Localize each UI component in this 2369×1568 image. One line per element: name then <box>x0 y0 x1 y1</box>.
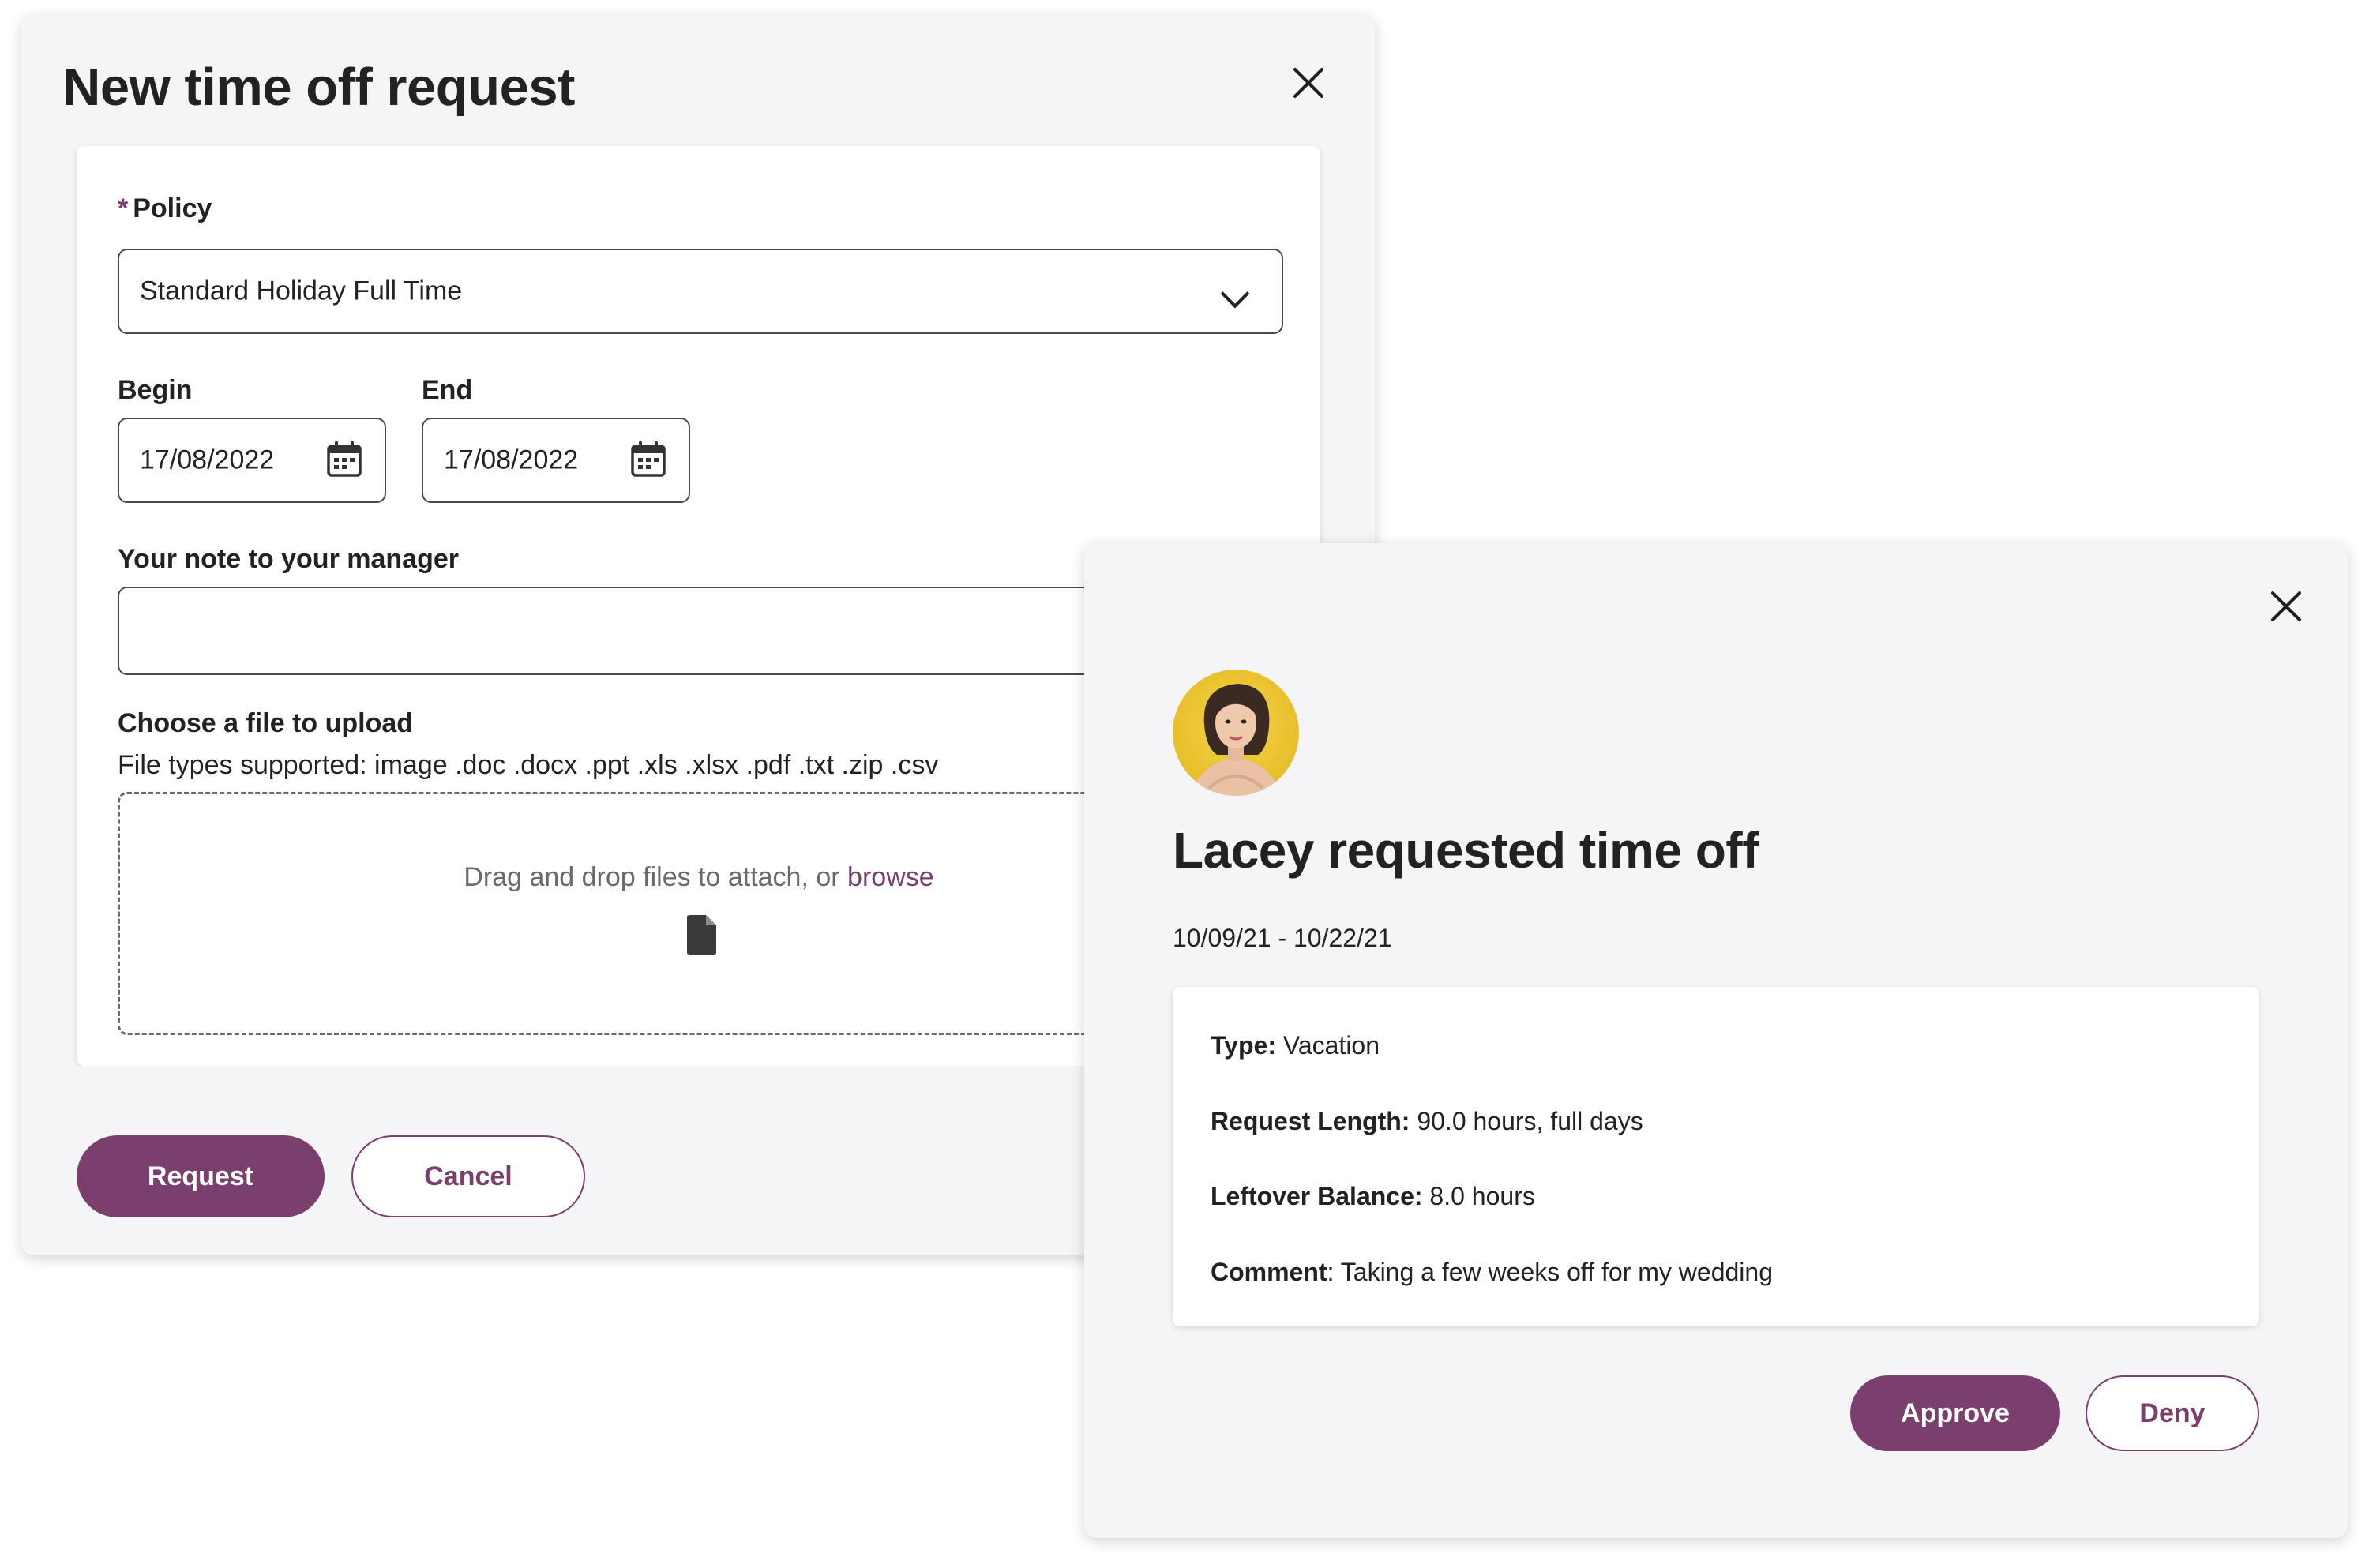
request-close-icon[interactable] <box>1291 66 1326 100</box>
detail-comment: Comment: Taking a few weeks off for my w… <box>1211 1258 1773 1287</box>
request-button[interactable]: Request <box>77 1135 325 1217</box>
detail-comment-key: Comment <box>1211 1258 1327 1286</box>
policy-label: * Policy <box>118 193 212 224</box>
file-types-text: File types supported: image .doc .docx .… <box>118 750 939 780</box>
detail-leftover-balance: Leftover Balance: 8.0 hours <box>1211 1182 1535 1211</box>
detail-leftover-balance-value: 8.0 hours <box>1429 1182 1535 1210</box>
detail-request-length-key: Request Length: <box>1211 1107 1410 1135</box>
begin-label: Begin <box>118 375 193 405</box>
chevron-down-icon <box>1220 279 1250 309</box>
policy-select[interactable]: Standard Holiday Full Time <box>118 249 1283 334</box>
policy-label-text: Policy <box>133 193 212 223</box>
required-marker: * <box>118 193 129 223</box>
detail-request-length: Request Length: 90.0 hours, full days <box>1211 1107 1643 1136</box>
approval-close-icon[interactable] <box>2269 589 2303 624</box>
request-date-range: 10/09/21 - 10/22/21 <box>1173 924 1392 952</box>
detail-comment-sep: : <box>1327 1258 1335 1286</box>
browse-link[interactable]: browse <box>847 862 934 892</box>
user-avatar-image <box>1188 684 1283 796</box>
note-label: Your note to your manager <box>118 544 459 574</box>
approve-button[interactable]: Approve <box>1850 1375 2060 1451</box>
request-modal-title: New time off request <box>62 58 575 117</box>
end-date-value: 17/08/2022 <box>444 445 579 475</box>
detail-type: Type: Vacation <box>1211 1031 1380 1060</box>
request-details-card: Type: Vacation Request Length: 90.0 hour… <box>1173 987 2259 1326</box>
cancel-button[interactable]: Cancel <box>351 1135 585 1217</box>
deny-button[interactable]: Deny <box>2086 1375 2259 1451</box>
policy-select-value: Standard Holiday Full Time <box>140 276 463 306</box>
upload-label: Choose a file to upload <box>118 708 414 738</box>
dropzone-instructions: Drag and drop files to attach, or <box>464 862 840 892</box>
detail-comment-value: Taking a few weeks off for my wedding <box>1340 1258 1773 1286</box>
approval-modal-title: Lacey requested time off <box>1173 822 1759 879</box>
file-icon <box>687 915 716 955</box>
end-date-field[interactable]: 17/08/2022 <box>422 418 690 503</box>
detail-leftover-balance-key: Leftover Balance: <box>1211 1182 1423 1210</box>
begin-date-value: 17/08/2022 <box>140 445 275 475</box>
detail-request-length-value: 90.0 hours, full days <box>1417 1107 1643 1135</box>
detail-type-key: Type: <box>1211 1031 1276 1060</box>
calendar-icon[interactable] <box>630 440 666 478</box>
avatar <box>1173 670 1299 796</box>
detail-type-value: Vacation <box>1282 1031 1380 1060</box>
calendar-icon[interactable] <box>326 440 362 478</box>
time-off-approval-modal: Lacey requested time off 10/09/21 - 10/2… <box>1084 543 2348 1538</box>
begin-date-field[interactable]: 17/08/2022 <box>118 418 386 503</box>
end-label: End <box>422 375 473 405</box>
